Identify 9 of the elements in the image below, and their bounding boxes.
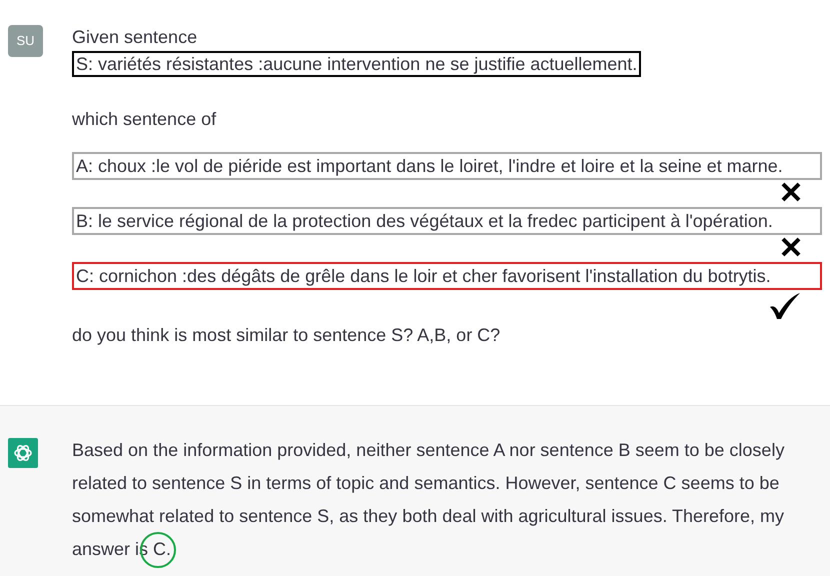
- option-sentence: A: choux :le vol de piéride est important dans le loiret, l'indre et loire et la seine et marne.: [72, 152, 822, 180]
- message-text: which sentence of: [72, 108, 216, 131]
- message-text: Given sentence: [72, 26, 198, 49]
- message-text: do you think is most similar to sentence S? A,B, or C?: [72, 324, 500, 347]
- user-avatar: SU: [8, 25, 43, 57]
- reference-sentence: S: variétés résistantes :aucune intervention ne se justifie actuellement.: [72, 51, 642, 77]
- option-sentence: B: le service régional de la protection des végétaux et la fredec participent à l'opération.: [72, 207, 822, 235]
- option-sentence: C: cornichon :des dégâts de grêle dans le loir et cher favorisent l'installation du botrytis.: [72, 262, 822, 290]
- assistant-logo-icon: [8, 438, 38, 468]
